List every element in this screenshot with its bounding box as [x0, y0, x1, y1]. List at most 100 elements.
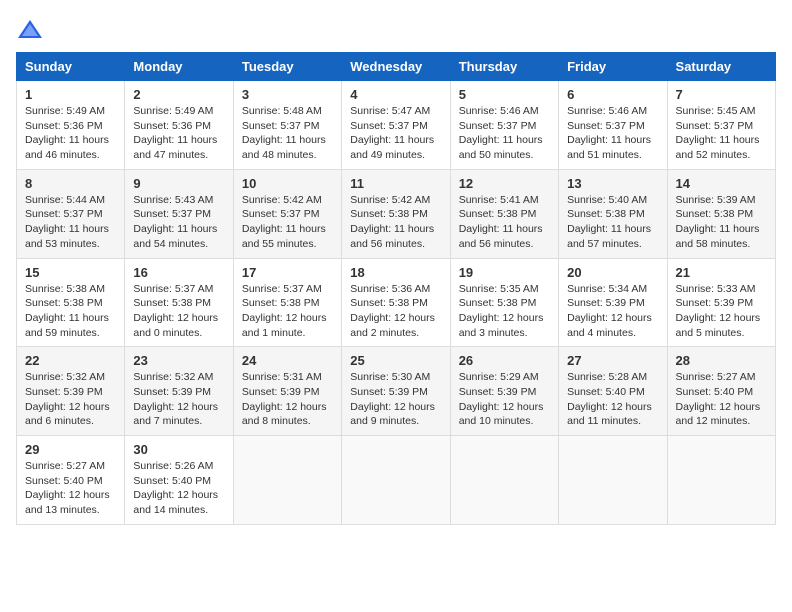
day-number: 16: [133, 265, 224, 280]
day-info: Sunrise: 5:49 AM Sunset: 5:36 PM Dayligh…: [133, 104, 224, 163]
day-number: 24: [242, 353, 333, 368]
calendar-cell: 30 Sunrise: 5:26 AM Sunset: 5:40 PM Dayl…: [125, 436, 233, 525]
day-info: Sunrise: 5:36 AM Sunset: 5:38 PM Dayligh…: [350, 282, 441, 341]
calendar-cell: [342, 436, 450, 525]
day-number: 26: [459, 353, 550, 368]
day-number: 25: [350, 353, 441, 368]
day-info: Sunrise: 5:30 AM Sunset: 5:39 PM Dayligh…: [350, 370, 441, 429]
calendar-cell: 29 Sunrise: 5:27 AM Sunset: 5:40 PM Dayl…: [17, 436, 125, 525]
day-info: Sunrise: 5:37 AM Sunset: 5:38 PM Dayligh…: [133, 282, 224, 341]
calendar-cell: 17 Sunrise: 5:37 AM Sunset: 5:38 PM Dayl…: [233, 258, 341, 347]
day-number: 5: [459, 87, 550, 102]
calendar-cell: 22 Sunrise: 5:32 AM Sunset: 5:39 PM Dayl…: [17, 347, 125, 436]
day-info: Sunrise: 5:45 AM Sunset: 5:37 PM Dayligh…: [676, 104, 767, 163]
day-number: 19: [459, 265, 550, 280]
calendar-cell: 7 Sunrise: 5:45 AM Sunset: 5:37 PM Dayli…: [667, 81, 775, 170]
day-number: 29: [25, 442, 116, 457]
calendar-cell: 21 Sunrise: 5:33 AM Sunset: 5:39 PM Dayl…: [667, 258, 775, 347]
calendar-cell: [450, 436, 558, 525]
day-number: 21: [676, 265, 767, 280]
day-info: Sunrise: 5:41 AM Sunset: 5:38 PM Dayligh…: [459, 193, 550, 252]
day-number: 17: [242, 265, 333, 280]
calendar-week-row: 1 Sunrise: 5:49 AM Sunset: 5:36 PM Dayli…: [17, 81, 776, 170]
day-info: Sunrise: 5:35 AM Sunset: 5:38 PM Dayligh…: [459, 282, 550, 341]
day-info: Sunrise: 5:27 AM Sunset: 5:40 PM Dayligh…: [676, 370, 767, 429]
calendar-cell: 23 Sunrise: 5:32 AM Sunset: 5:39 PM Dayl…: [125, 347, 233, 436]
day-info: Sunrise: 5:29 AM Sunset: 5:39 PM Dayligh…: [459, 370, 550, 429]
day-number: 14: [676, 176, 767, 191]
day-info: Sunrise: 5:47 AM Sunset: 5:37 PM Dayligh…: [350, 104, 441, 163]
calendar-cell: 8 Sunrise: 5:44 AM Sunset: 5:37 PM Dayli…: [17, 169, 125, 258]
calendar-week-row: 29 Sunrise: 5:27 AM Sunset: 5:40 PM Dayl…: [17, 436, 776, 525]
day-info: Sunrise: 5:34 AM Sunset: 5:39 PM Dayligh…: [567, 282, 658, 341]
day-info: Sunrise: 5:27 AM Sunset: 5:40 PM Dayligh…: [25, 459, 116, 518]
day-info: Sunrise: 5:42 AM Sunset: 5:37 PM Dayligh…: [242, 193, 333, 252]
day-number: 22: [25, 353, 116, 368]
calendar-day-header: Wednesday: [342, 53, 450, 81]
day-number: 11: [350, 176, 441, 191]
calendar-cell: 11 Sunrise: 5:42 AM Sunset: 5:38 PM Dayl…: [342, 169, 450, 258]
calendar-cell: 12 Sunrise: 5:41 AM Sunset: 5:38 PM Dayl…: [450, 169, 558, 258]
day-info: Sunrise: 5:49 AM Sunset: 5:36 PM Dayligh…: [25, 104, 116, 163]
day-number: 1: [25, 87, 116, 102]
day-info: Sunrise: 5:46 AM Sunset: 5:37 PM Dayligh…: [459, 104, 550, 163]
calendar-day-header: Saturday: [667, 53, 775, 81]
calendar-day-header: Sunday: [17, 53, 125, 81]
calendar-cell: 16 Sunrise: 5:37 AM Sunset: 5:38 PM Dayl…: [125, 258, 233, 347]
day-info: Sunrise: 5:37 AM Sunset: 5:38 PM Dayligh…: [242, 282, 333, 341]
calendar-cell: 28 Sunrise: 5:27 AM Sunset: 5:40 PM Dayl…: [667, 347, 775, 436]
day-info: Sunrise: 5:38 AM Sunset: 5:38 PM Dayligh…: [25, 282, 116, 341]
logo-icon: [16, 16, 44, 44]
day-info: Sunrise: 5:28 AM Sunset: 5:40 PM Dayligh…: [567, 370, 658, 429]
day-number: 12: [459, 176, 550, 191]
day-number: 4: [350, 87, 441, 102]
day-number: 20: [567, 265, 658, 280]
calendar-header-row: SundayMondayTuesdayWednesdayThursdayFrid…: [17, 53, 776, 81]
calendar-cell: 2 Sunrise: 5:49 AM Sunset: 5:36 PM Dayli…: [125, 81, 233, 170]
day-number: 2: [133, 87, 224, 102]
calendar-cell: 15 Sunrise: 5:38 AM Sunset: 5:38 PM Dayl…: [17, 258, 125, 347]
day-info: Sunrise: 5:31 AM Sunset: 5:39 PM Dayligh…: [242, 370, 333, 429]
calendar-cell: 9 Sunrise: 5:43 AM Sunset: 5:37 PM Dayli…: [125, 169, 233, 258]
day-info: Sunrise: 5:33 AM Sunset: 5:39 PM Dayligh…: [676, 282, 767, 341]
day-number: 10: [242, 176, 333, 191]
day-number: 3: [242, 87, 333, 102]
day-info: Sunrise: 5:39 AM Sunset: 5:38 PM Dayligh…: [676, 193, 767, 252]
day-info: Sunrise: 5:26 AM Sunset: 5:40 PM Dayligh…: [133, 459, 224, 518]
calendar-cell: 27 Sunrise: 5:28 AM Sunset: 5:40 PM Dayl…: [559, 347, 667, 436]
calendar-day-header: Monday: [125, 53, 233, 81]
calendar-cell: 3 Sunrise: 5:48 AM Sunset: 5:37 PM Dayli…: [233, 81, 341, 170]
calendar-week-row: 15 Sunrise: 5:38 AM Sunset: 5:38 PM Dayl…: [17, 258, 776, 347]
calendar-cell: 18 Sunrise: 5:36 AM Sunset: 5:38 PM Dayl…: [342, 258, 450, 347]
calendar-cell: 10 Sunrise: 5:42 AM Sunset: 5:37 PM Dayl…: [233, 169, 341, 258]
day-info: Sunrise: 5:46 AM Sunset: 5:37 PM Dayligh…: [567, 104, 658, 163]
page-header: [16, 16, 776, 44]
calendar-day-header: Friday: [559, 53, 667, 81]
calendar-cell: 14 Sunrise: 5:39 AM Sunset: 5:38 PM Dayl…: [667, 169, 775, 258]
day-number: 6: [567, 87, 658, 102]
calendar-day-header: Tuesday: [233, 53, 341, 81]
calendar-day-header: Thursday: [450, 53, 558, 81]
calendar-cell: 5 Sunrise: 5:46 AM Sunset: 5:37 PM Dayli…: [450, 81, 558, 170]
day-info: Sunrise: 5:44 AM Sunset: 5:37 PM Dayligh…: [25, 193, 116, 252]
calendar-cell: 1 Sunrise: 5:49 AM Sunset: 5:36 PM Dayli…: [17, 81, 125, 170]
calendar-cell: 26 Sunrise: 5:29 AM Sunset: 5:39 PM Dayl…: [450, 347, 558, 436]
day-info: Sunrise: 5:43 AM Sunset: 5:37 PM Dayligh…: [133, 193, 224, 252]
day-number: 13: [567, 176, 658, 191]
calendar-week-row: 8 Sunrise: 5:44 AM Sunset: 5:37 PM Dayli…: [17, 169, 776, 258]
day-number: 18: [350, 265, 441, 280]
calendar-cell: [667, 436, 775, 525]
logo: [16, 16, 48, 44]
day-info: Sunrise: 5:32 AM Sunset: 5:39 PM Dayligh…: [133, 370, 224, 429]
calendar-week-row: 22 Sunrise: 5:32 AM Sunset: 5:39 PM Dayl…: [17, 347, 776, 436]
calendar-table: SundayMondayTuesdayWednesdayThursdayFrid…: [16, 52, 776, 525]
calendar-cell: [559, 436, 667, 525]
calendar-cell: 24 Sunrise: 5:31 AM Sunset: 5:39 PM Dayl…: [233, 347, 341, 436]
day-number: 23: [133, 353, 224, 368]
day-number: 8: [25, 176, 116, 191]
calendar-cell: 25 Sunrise: 5:30 AM Sunset: 5:39 PM Dayl…: [342, 347, 450, 436]
day-info: Sunrise: 5:48 AM Sunset: 5:37 PM Dayligh…: [242, 104, 333, 163]
day-number: 28: [676, 353, 767, 368]
day-number: 7: [676, 87, 767, 102]
day-number: 27: [567, 353, 658, 368]
